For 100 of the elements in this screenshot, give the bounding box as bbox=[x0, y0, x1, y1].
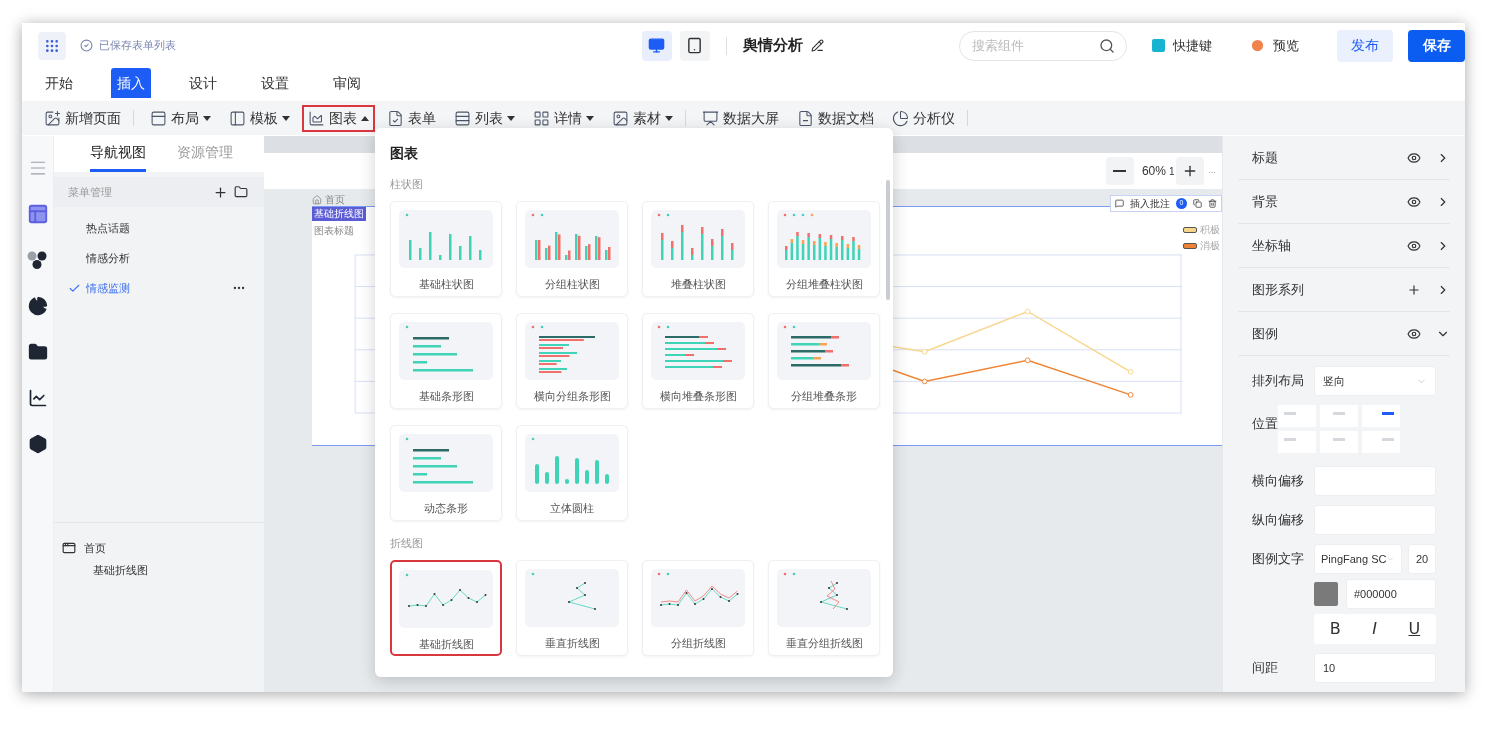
page-child-item[interactable]: 基础折线图 bbox=[62, 559, 264, 581]
spacing-field[interactable]: 10 bbox=[1314, 653, 1436, 683]
publish-button[interactable]: 发布 bbox=[1337, 29, 1393, 62]
text-style-button[interactable]: I bbox=[1372, 617, 1377, 641]
ribbon-tab[interactable]: 开始 bbox=[39, 68, 79, 98]
toolbar-button[interactable]: 列表 bbox=[448, 104, 521, 132]
copy-icon[interactable] bbox=[1193, 199, 1202, 208]
toolbar-button[interactable]: 表单 bbox=[381, 104, 442, 132]
color-field[interactable]: #000000 bbox=[1346, 579, 1436, 609]
layout-icon bbox=[150, 109, 167, 127]
minus-icon bbox=[1113, 170, 1127, 172]
text-style-button[interactable]: U bbox=[1408, 617, 1421, 641]
eye-icon[interactable] bbox=[1407, 194, 1421, 209]
zoom-page: 1 bbox=[1168, 164, 1175, 179]
menu-header: 菜单管理 bbox=[68, 184, 113, 200]
menu-item[interactable]: 热点话题 bbox=[54, 213, 264, 243]
ribbon-tab[interactable]: 审阅 bbox=[327, 68, 367, 98]
property-section[interactable]: 图例 bbox=[1238, 312, 1450, 356]
color-swatch[interactable] bbox=[1314, 582, 1338, 606]
dropdown-title: 图表 bbox=[390, 144, 419, 162]
toolbar-button[interactable]: 新增页面 bbox=[38, 104, 127, 132]
ribbon-tab[interactable]: 设置 bbox=[255, 68, 295, 98]
layout-select[interactable]: 竖向 bbox=[1314, 366, 1436, 396]
preview-button[interactable]: 预览 bbox=[1250, 35, 1299, 56]
property-section[interactable]: 背景 bbox=[1238, 180, 1450, 224]
field-label: 间距 bbox=[1252, 659, 1279, 678]
chart-type-card[interactable]: 分组堆叠条形 bbox=[768, 313, 880, 409]
bar-chart-icon bbox=[525, 434, 619, 492]
toolbar-button[interactable]: 模板 bbox=[223, 104, 296, 132]
folder-icon[interactable] bbox=[27, 342, 48, 362]
line-chart-icon[interactable] bbox=[27, 388, 48, 408]
chart-type-card[interactable]: 垂直折线图 bbox=[516, 560, 628, 656]
position-option[interactable] bbox=[1362, 405, 1400, 427]
eye-icon[interactable] bbox=[1407, 150, 1421, 165]
menu-item[interactable]: 情感监测 bbox=[54, 273, 264, 303]
apps-icon bbox=[44, 37, 60, 54]
eye-icon[interactable] bbox=[1407, 326, 1421, 341]
eye-icon[interactable] bbox=[1407, 238, 1421, 253]
chart-type-card[interactable]: 基础折线图 bbox=[390, 560, 502, 656]
horizontal-bar-chart-icon bbox=[525, 322, 619, 380]
toolbar-button[interactable]: 布局 bbox=[144, 104, 217, 132]
cube-icon[interactable] bbox=[27, 434, 48, 454]
chart-type-card[interactable]: 基础柱状图 bbox=[390, 201, 502, 297]
ribbon-tab[interactable]: 插入 bbox=[111, 68, 151, 98]
tablet-view-button[interactable] bbox=[679, 30, 710, 61]
chart-type-card[interactable]: 横向堆叠条形图 bbox=[642, 313, 754, 409]
chart-type-card[interactable]: 分组堆叠柱状图 bbox=[768, 201, 880, 297]
scrollbar[interactable] bbox=[886, 180, 890, 300]
layout-icon[interactable] bbox=[26, 203, 49, 225]
toolbar-button[interactable]: 图表 bbox=[302, 104, 375, 132]
chart-type-card[interactable]: 堆叠柱状图 bbox=[642, 201, 754, 297]
property-section[interactable]: 图形系列 bbox=[1238, 268, 1450, 312]
property-section[interactable]: 坐标轴 bbox=[1238, 224, 1450, 268]
zoom-in-button[interactable] bbox=[1176, 157, 1205, 185]
chart-type-card[interactable]: 分组折线图 bbox=[642, 560, 754, 656]
document-icon bbox=[797, 109, 814, 127]
horizontal-bar-chart-icon bbox=[399, 322, 493, 380]
toolbar-button[interactable]: 数据大屏 bbox=[696, 104, 785, 132]
page-item[interactable]: 首页 bbox=[62, 537, 264, 559]
caret-down-icon bbox=[586, 115, 594, 121]
legend-label: 消极 bbox=[1200, 239, 1220, 252]
toolbar-button[interactable]: 分析仪 bbox=[886, 104, 961, 132]
circles-icon[interactable] bbox=[26, 250, 49, 270]
horizontal-bar-chart-icon bbox=[651, 322, 745, 380]
chart-type-card[interactable]: 立体圆柱 bbox=[516, 425, 628, 521]
panel-tab[interactable]: 导航视图 bbox=[90, 136, 146, 172]
menu-item[interactable]: 情感分析 bbox=[54, 243, 264, 273]
line-chart-icon bbox=[399, 570, 493, 628]
pie-chart-icon[interactable] bbox=[27, 296, 48, 316]
save-button[interactable]: 保存 bbox=[1408, 29, 1465, 62]
desktop-view-button[interactable] bbox=[641, 30, 672, 61]
apps-button[interactable] bbox=[38, 31, 66, 60]
zoom-out-button[interactable] bbox=[1105, 157, 1134, 185]
text-style-button[interactable]: B bbox=[1329, 617, 1341, 641]
chart-type-card[interactable]: 分组柱状图 bbox=[516, 201, 628, 297]
toolbar-button[interactable]: 数据文档 bbox=[791, 104, 880, 132]
comment-icon[interactable] bbox=[1115, 199, 1124, 208]
font-size-field[interactable]: 20 bbox=[1408, 544, 1436, 574]
shortcut-button[interactable]: 快捷键 bbox=[1152, 35, 1212, 56]
bar-chart-icon bbox=[651, 210, 745, 268]
ribbon-tab[interactable]: 设计 bbox=[183, 68, 223, 98]
horizontal-bar-chart-icon bbox=[777, 322, 871, 380]
chart-type-card[interactable]: 基础条形图 bbox=[390, 313, 502, 409]
template-icon bbox=[229, 109, 246, 127]
check-circle-icon bbox=[80, 39, 93, 52]
edit-icon[interactable] bbox=[810, 39, 824, 52]
folder-icon[interactable] bbox=[234, 185, 248, 199]
field-label: 纵向偏移 bbox=[1252, 511, 1305, 530]
chart-type-card[interactable]: 横向分组条形图 bbox=[516, 313, 628, 409]
toolbar-button[interactable]: 详情 bbox=[527, 104, 600, 132]
add-icon[interactable] bbox=[213, 184, 228, 200]
delete-icon[interactable] bbox=[1208, 199, 1217, 208]
property-section[interactable]: 标题 bbox=[1238, 136, 1450, 180]
annotate-button[interactable]: 插入批注 bbox=[1130, 196, 1170, 211]
font-select[interactable]: PingFang SC bbox=[1314, 544, 1402, 574]
chart-type-card[interactable]: 动态条形 bbox=[390, 425, 502, 521]
search-field[interactable]: 搜索组件 bbox=[959, 30, 1127, 61]
toolbar-button[interactable]: 素材 bbox=[606, 104, 679, 132]
pie-chart-icon bbox=[892, 109, 909, 127]
chart-type-card[interactable]: 垂直分组折线图 bbox=[768, 560, 880, 656]
